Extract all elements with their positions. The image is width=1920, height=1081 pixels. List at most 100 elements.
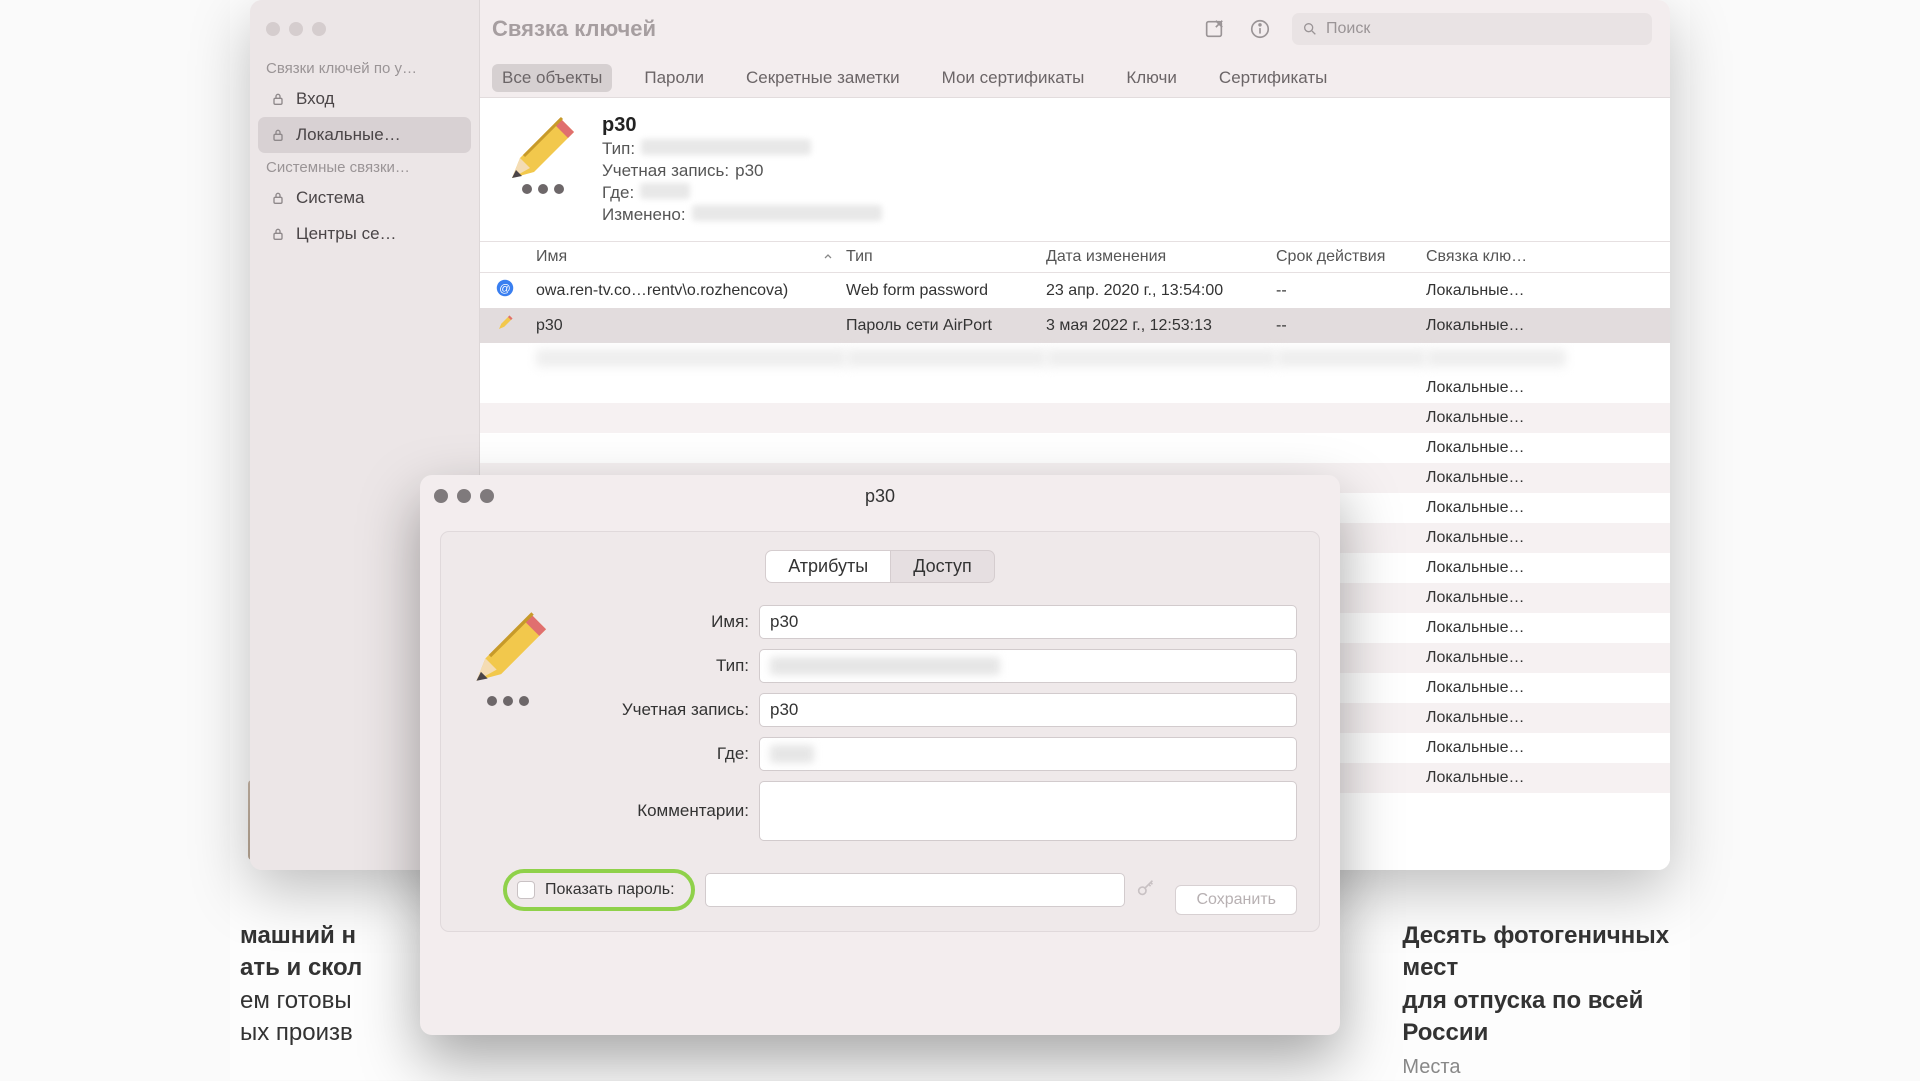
chevron-up-icon xyxy=(822,251,834,263)
cell-keychain: Локальные… xyxy=(1426,619,1566,637)
table-header: Имя Тип Дата изменения Срок действия Свя… xyxy=(480,242,1670,273)
item-where-value-blurred xyxy=(640,183,690,199)
dialog-body: Атрибуты Доступ xyxy=(440,531,1320,932)
where-field[interactable] xyxy=(759,737,1297,771)
filter-tab[interactable]: Сертификаты xyxy=(1209,64,1337,92)
item-modified-label: Изменено: xyxy=(602,205,686,225)
item-title: p30 xyxy=(602,114,882,137)
search-input[interactable]: Поиск xyxy=(1292,13,1652,45)
item-account-value: p30 xyxy=(735,161,763,181)
sidebar-item-label: Система xyxy=(296,188,364,208)
show-password-highlight: Показать пароль: xyxy=(503,869,695,911)
col-type[interactable]: Тип xyxy=(846,248,1046,266)
type-field xyxy=(759,649,1297,683)
item-account-label: Учетная запись: xyxy=(602,161,729,181)
item-type-value-blurred xyxy=(641,139,811,155)
info-button[interactable] xyxy=(1246,15,1274,43)
window-controls[interactable] xyxy=(250,10,479,54)
search-icon xyxy=(1302,21,1318,37)
zoom-icon[interactable] xyxy=(312,22,326,36)
table-row[interactable]: Локальные… xyxy=(480,403,1670,433)
cell-keychain: Локальные… xyxy=(1426,499,1566,517)
sidebar-item[interactable]: Вход xyxy=(250,81,479,117)
account-label: Учетная запись: xyxy=(589,700,749,720)
filter-tab[interactable]: Секретные заметки xyxy=(736,64,910,92)
cell-keychain: Локальные… xyxy=(1426,679,1566,697)
attribute-form: Имя: p30 Тип: Учетная запись: p30 Где: xyxy=(589,605,1297,851)
comments-label: Комментарии: xyxy=(589,801,749,821)
cell-modified: 23 апр. 2020 г., 13:54:00 xyxy=(1046,282,1276,300)
cell-keychain: Локальные… xyxy=(1426,709,1566,727)
filter-tab[interactable]: Мои сертификаты xyxy=(932,64,1095,92)
item-modified-value-blurred xyxy=(692,205,882,221)
cell-keychain: Локальные… xyxy=(1426,769,1566,787)
close-icon[interactable] xyxy=(266,22,280,36)
cell-name: owa.ren-tv.co…rentv\o.rozhencova) xyxy=(536,282,846,300)
cell-name: p30 xyxy=(536,317,846,335)
table-row[interactable]: @ owa.ren-tv.co…rentv\o.rozhencova)Web fo… xyxy=(480,273,1670,308)
minimize-icon[interactable] xyxy=(289,22,303,36)
table-row-blurred xyxy=(480,343,1670,373)
cell-keychain: Локальные… xyxy=(1426,529,1566,547)
item-where-label: Где: xyxy=(602,183,634,203)
window-title: Связка ключей xyxy=(492,16,656,42)
account-field[interactable]: p30 xyxy=(759,693,1297,727)
key-icon[interactable] xyxy=(1135,877,1157,904)
dialog-titlebar: p30 xyxy=(420,475,1340,517)
lock-icon xyxy=(270,226,286,242)
name-field[interactable]: p30 xyxy=(759,605,1297,639)
cell-keychain: Локальные… xyxy=(1426,649,1566,667)
filter-tab[interactable]: Пароли xyxy=(634,64,714,92)
article-right-title: Десять фотогеничных мест xyxy=(1402,920,1680,985)
password-field[interactable] xyxy=(705,873,1125,907)
col-expires[interactable]: Срок действия xyxy=(1276,248,1426,266)
article-right-category: Места xyxy=(1402,1054,1680,1081)
filter-tab[interactable]: Ключи xyxy=(1116,64,1187,92)
comments-field[interactable] xyxy=(759,781,1297,841)
cell-type: Web form password xyxy=(846,282,1046,300)
col-name[interactable]: Имя xyxy=(536,248,846,266)
filter-tab[interactable]: Все объекты xyxy=(492,64,612,92)
cell-keychain: Локальные… xyxy=(1426,559,1566,577)
lock-icon xyxy=(270,127,286,143)
sidebar-item-label: Локальные… xyxy=(296,125,401,145)
cell-modified: 3 мая 2022 г., 12:53:13 xyxy=(1046,317,1276,335)
sidebar-item-label: Центры се… xyxy=(296,224,397,244)
pencil-password-icon xyxy=(500,114,582,196)
sidebar-item[interactable]: Система xyxy=(250,180,479,216)
cell-keychain: Локальные… xyxy=(1426,379,1566,397)
info-pane: p30 Тип: Учетная запись: p30 Где: Изменен… xyxy=(480,98,1670,242)
table-row[interactable]: Локальные… xyxy=(480,433,1670,463)
item-type-label: Тип: xyxy=(602,139,635,159)
compose-button[interactable] xyxy=(1200,15,1228,43)
search-placeholder: Поиск xyxy=(1326,20,1370,38)
row-icon: @ xyxy=(496,279,536,302)
stage: машний н ать и скол ем готовы ых произв … xyxy=(230,0,1690,1080)
table-row[interactable]: p30Пароль сети AirPort3 мая 2022 г., 12:… xyxy=(480,308,1670,343)
cell-keychain: Локальные… xyxy=(1426,739,1566,757)
show-password-checkbox[interactable] xyxy=(517,881,535,899)
show-password-label: Показать пароль: xyxy=(545,881,675,899)
col-keychain[interactable]: Связка клю… xyxy=(1426,248,1566,266)
cell-keychain: Локальные… xyxy=(1426,439,1566,457)
sidebar-item[interactable]: Локальные… xyxy=(258,117,471,153)
cell-keychain: Локальные… xyxy=(1426,409,1566,427)
name-label: Имя: xyxy=(589,612,749,632)
cell-expires: -- xyxy=(1276,282,1426,300)
cell-keychain: Локальные… xyxy=(1426,282,1566,300)
dialog-pencil-icon xyxy=(463,605,563,851)
info-lines: p30 Тип: Учетная запись: p30 Где: Изменен… xyxy=(602,114,882,227)
where-label: Где: xyxy=(589,744,749,764)
sidebar-item[interactable]: Центры се… xyxy=(250,216,479,252)
table-row[interactable]: Локальные… xyxy=(480,373,1670,403)
col-modified[interactable]: Дата изменения xyxy=(1046,248,1276,266)
save-button[interactable]: Сохранить xyxy=(1175,885,1297,915)
sidebar-group-header: Связки ключей по у… xyxy=(250,54,479,81)
tab-access[interactable]: Доступ xyxy=(891,550,995,583)
type-label: Тип: xyxy=(589,656,749,676)
toolbar: Связка ключей Поиск xyxy=(480,0,1670,58)
sidebar-item-label: Вход xyxy=(296,89,334,109)
svg-text:@: @ xyxy=(499,283,510,295)
item-detail-dialog: p30 Атрибуты Доступ xyxy=(420,475,1340,1035)
tab-attributes[interactable]: Атрибуты xyxy=(765,550,891,583)
